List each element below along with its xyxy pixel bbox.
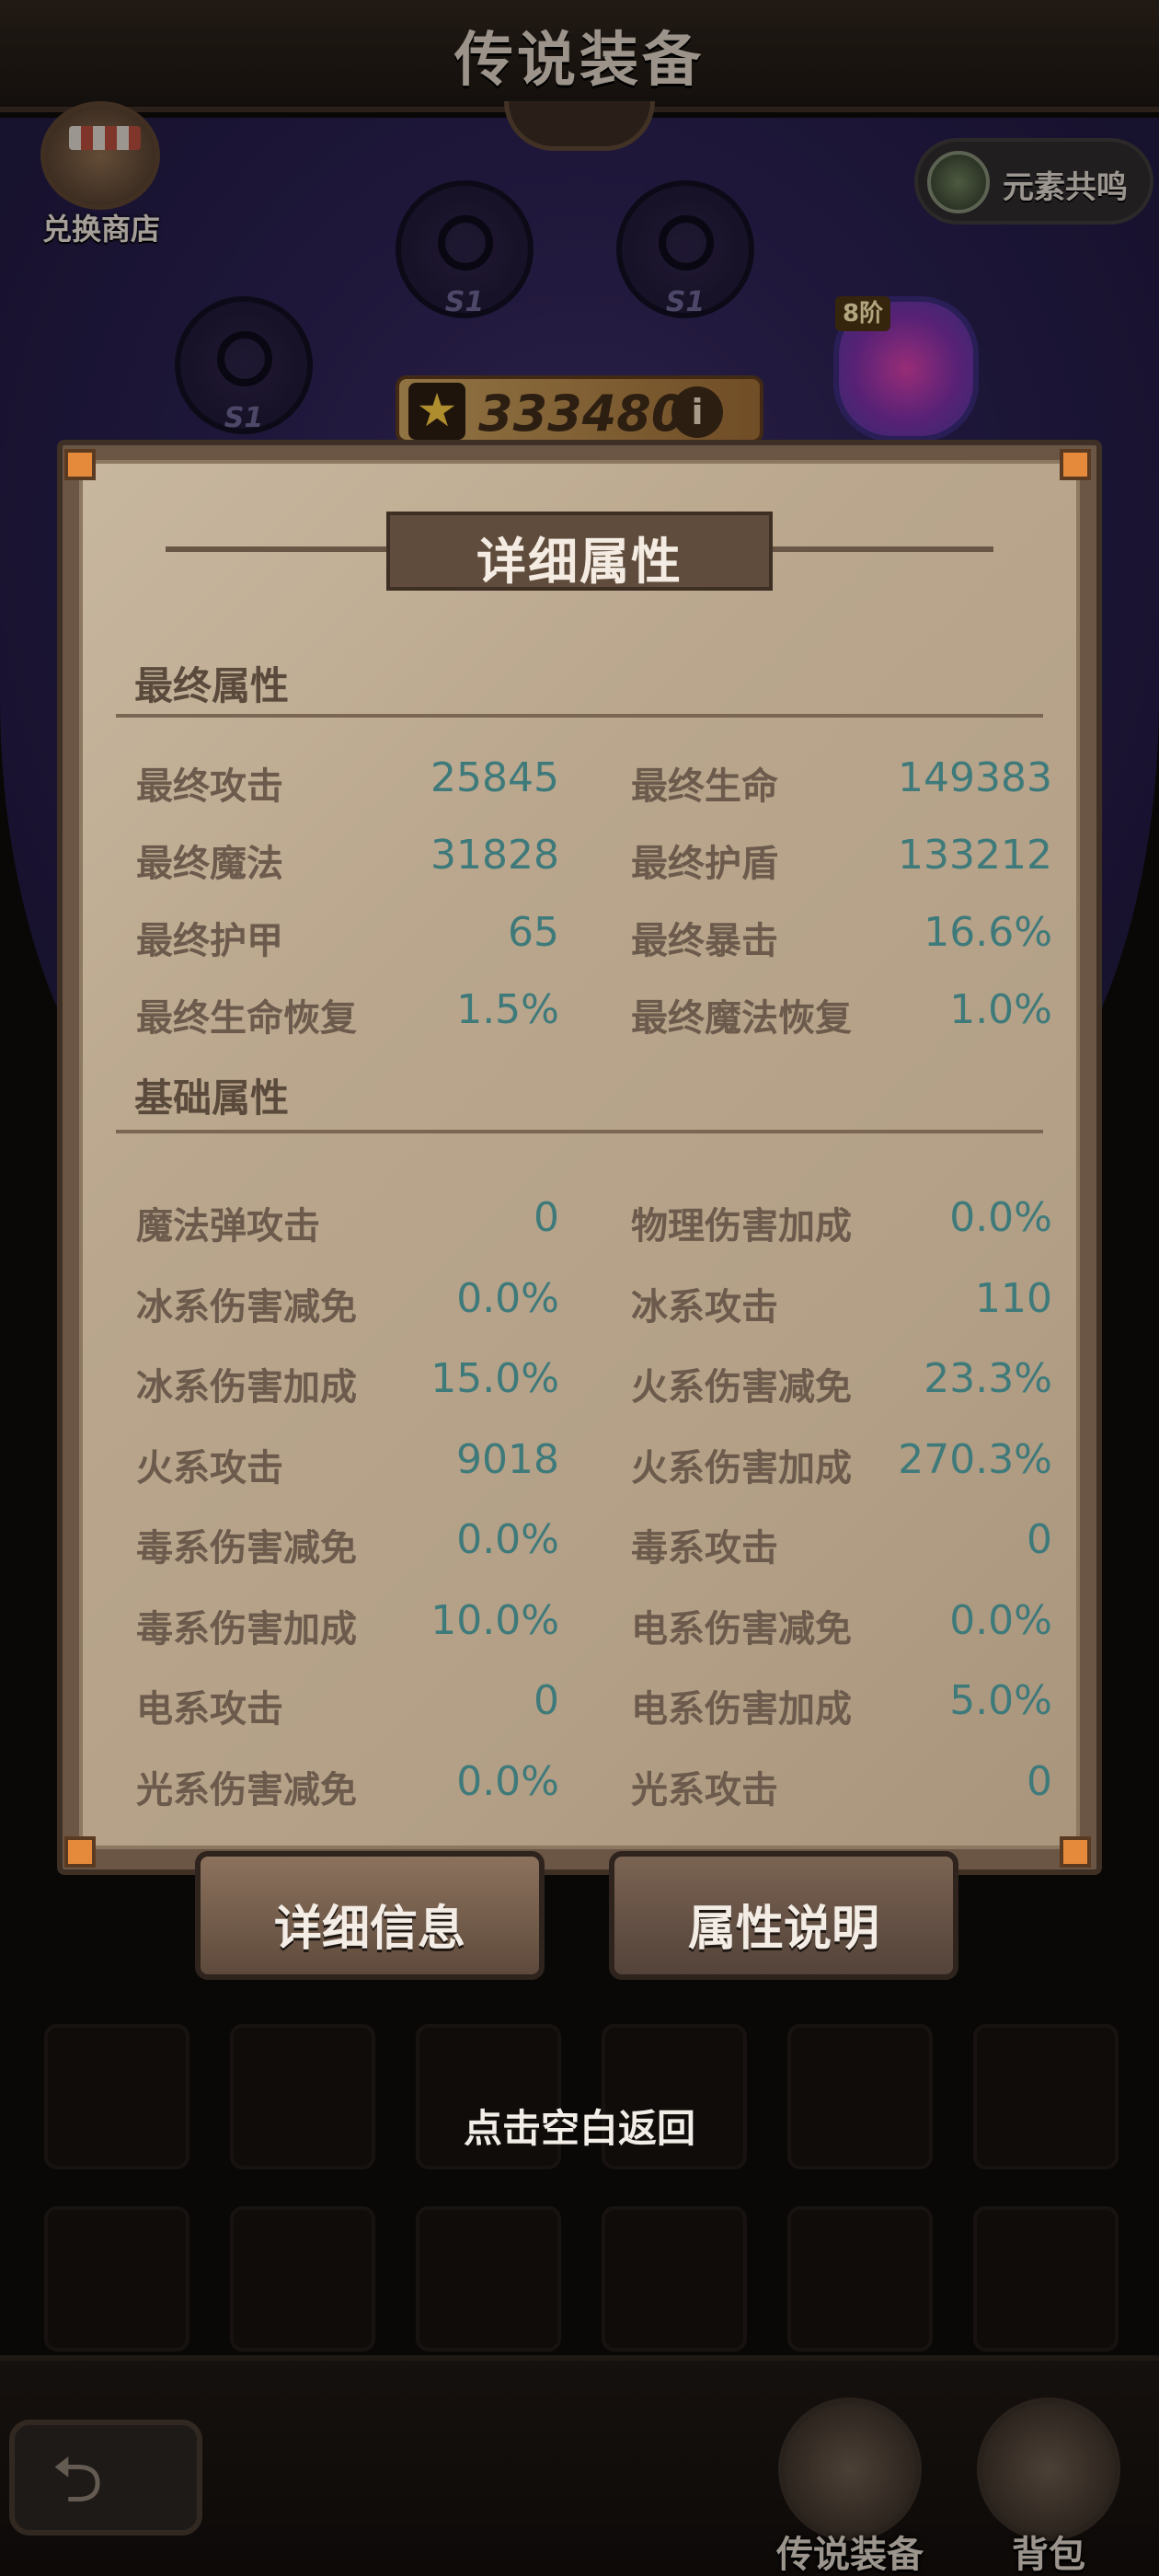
stat-label: 最终魔法恢复 xyxy=(631,997,852,1040)
stat-value: 5.0% xyxy=(949,1677,1052,1724)
stat-label: 毒系伤害减免 xyxy=(136,1527,357,1570)
tab-detail-info-label: 详细信息 xyxy=(273,1902,465,1957)
stat-value: 10.0% xyxy=(430,1596,559,1644)
stat-value: 0.0% xyxy=(949,1194,1052,1241)
stat-label: 最终魔法 xyxy=(136,843,283,885)
stat-label: 毒系伤害加成 xyxy=(136,1607,357,1650)
header-divider xyxy=(773,546,993,552)
stat-label: 电系攻击 xyxy=(136,1688,283,1731)
section-title-final: 最终属性 xyxy=(134,663,290,708)
stat-label: 冰系伤害加成 xyxy=(136,1366,357,1409)
stat-value: 65 xyxy=(508,909,559,956)
stat-label: 物理伤害加成 xyxy=(631,1205,852,1248)
stat-value: 0 xyxy=(534,1194,559,1241)
stat-label: 最终攻击 xyxy=(136,765,283,808)
stat-label: 魔法弹攻击 xyxy=(136,1205,320,1248)
tab-detail-info[interactable]: 详细信息 xyxy=(195,1851,545,1980)
dialog-title: 详细属性 xyxy=(476,533,683,591)
stat-value: 0.0% xyxy=(456,1516,559,1563)
stat-value: 149383 xyxy=(898,754,1052,801)
stat-label: 最终护盾 xyxy=(631,843,778,885)
section-divider xyxy=(116,714,1043,718)
corner-ornament xyxy=(64,1836,96,1868)
stat-label: 光系攻击 xyxy=(631,1768,778,1811)
stat-label: 火系伤害加成 xyxy=(631,1446,852,1489)
stat-label: 最终生命 xyxy=(631,765,778,808)
stat-value: 0 xyxy=(534,1677,559,1724)
header-divider xyxy=(166,546,386,552)
stat-value: 1.0% xyxy=(949,986,1052,1033)
stat-value: 1.5% xyxy=(456,986,559,1033)
stat-value: 9018 xyxy=(456,1435,559,1483)
stat-label: 最终暴击 xyxy=(631,920,778,962)
corner-ornament xyxy=(64,449,96,480)
stat-value: 0.0% xyxy=(949,1596,1052,1644)
tab-attribute-description[interactable]: 属性说明 xyxy=(609,1851,958,1980)
corner-ornament xyxy=(1060,1836,1091,1868)
stat-label: 毒系攻击 xyxy=(631,1527,778,1570)
stat-value: 31828 xyxy=(430,832,559,879)
stat-label: 火系攻击 xyxy=(136,1446,283,1489)
stat-value: 25845 xyxy=(430,754,559,801)
stat-value: 133212 xyxy=(898,832,1052,879)
stat-value: 16.6% xyxy=(924,909,1052,956)
stat-label: 冰系攻击 xyxy=(631,1285,778,1328)
tap-to-return-hint: 点击空白返回 xyxy=(463,2106,695,2151)
stat-value: 15.0% xyxy=(430,1355,559,1402)
stat-value: 0 xyxy=(1027,1757,1052,1805)
section-title-base: 基础属性 xyxy=(134,1075,290,1121)
stat-label: 光系伤害减免 xyxy=(136,1768,357,1811)
stat-value: 0.0% xyxy=(456,1757,559,1805)
stat-value: 110 xyxy=(975,1274,1052,1322)
stat-value: 0.0% xyxy=(456,1274,559,1322)
stat-label: 电系伤害加成 xyxy=(631,1688,852,1731)
stat-label: 最终生命恢复 xyxy=(136,997,357,1040)
stat-value: 270.3% xyxy=(898,1435,1052,1483)
corner-ornament xyxy=(1060,449,1091,480)
stat-label: 冰系伤害减免 xyxy=(136,1285,357,1328)
tab-attribute-description-label: 属性说明 xyxy=(687,1902,879,1957)
section-divider xyxy=(116,1130,1043,1133)
stat-label: 最终护甲 xyxy=(136,920,283,962)
stat-label: 电系伤害减免 xyxy=(631,1607,852,1650)
stat-value: 0 xyxy=(1027,1516,1052,1563)
stat-value: 23.3% xyxy=(924,1355,1052,1402)
stat-label: 火系伤害减免 xyxy=(631,1366,852,1409)
